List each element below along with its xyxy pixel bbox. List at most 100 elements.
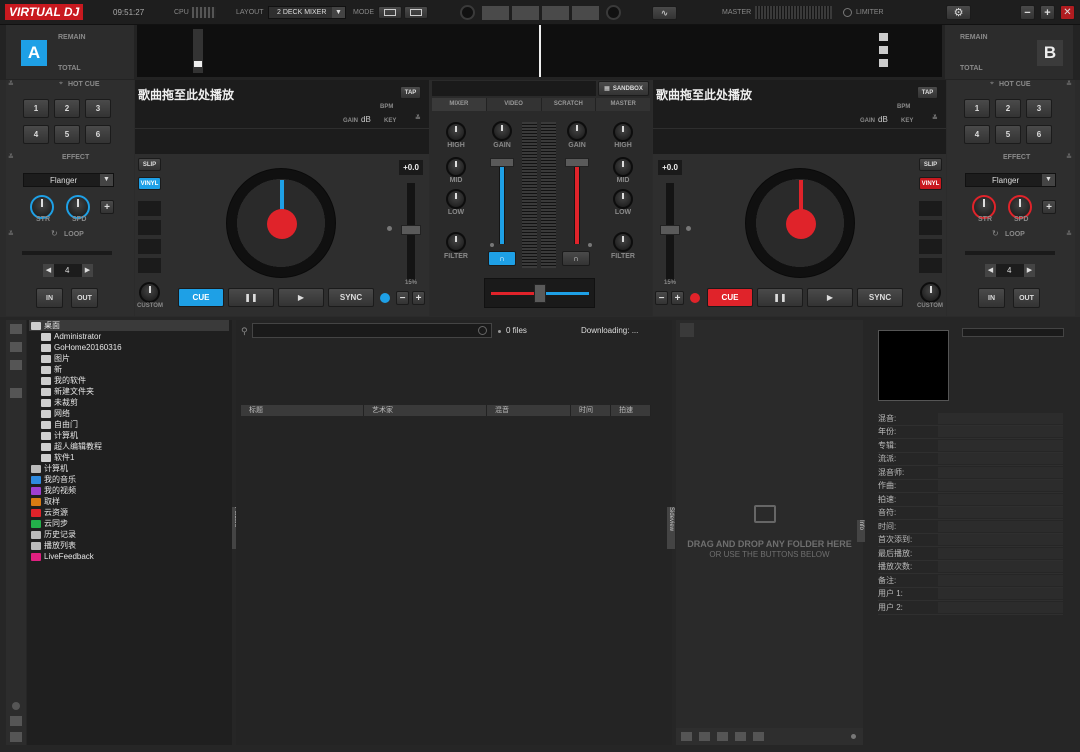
waveform-button[interactable]: ∿ (652, 6, 677, 20)
chevron-down-icon[interactable]: ≚ (415, 114, 421, 122)
deck-b-cue-button[interactable]: CUE (707, 288, 753, 307)
deck-b-hotcue-4-button[interactable]: 4 (964, 125, 990, 144)
chevron-down-icon[interactable]: ≚ (1066, 230, 1072, 238)
chevron-down-icon[interactable]: ≚ (8, 80, 14, 88)
deck-b-loop-half-button[interactable]: ◀ (985, 264, 996, 277)
side-icon-1[interactable] (10, 324, 22, 334)
deck-b-loop-double-button[interactable]: ▶ (1024, 264, 1035, 277)
left-gain-knob[interactable] (492, 121, 512, 141)
side-icon-6[interactable] (10, 716, 22, 726)
sideview-tool-5[interactable] (753, 732, 764, 741)
tree-item[interactable]: GoHome20160316 (29, 342, 229, 353)
deck-b-loop-out-button[interactable]: OUT (1013, 288, 1040, 308)
deck-b-sync-icon[interactable] (690, 293, 700, 303)
side-icon-7[interactable] (10, 732, 22, 742)
deck-b-hotcue-1-button[interactable]: 1 (964, 99, 990, 118)
tree-item[interactable]: 超人编辑教程 (29, 441, 229, 452)
right-volume-handle[interactable] (565, 158, 589, 167)
left-volume-fader[interactable] (490, 158, 514, 244)
deck-b-pitch-plus-button[interactable]: + (671, 291, 684, 305)
right-high-knob[interactable] (613, 122, 633, 142)
rating-slider[interactable] (962, 328, 1064, 337)
deck-a-hotcue-5-button[interactable]: 5 (54, 125, 80, 144)
sideview-tool-1[interactable] (681, 732, 692, 741)
deck-b-pitch-handle[interactable] (660, 225, 680, 235)
info-field-value[interactable] (938, 439, 1063, 451)
side-icon-3[interactable] (10, 360, 22, 370)
deck-b-pad-column[interactable] (919, 201, 942, 273)
deck-a-tap-button[interactable]: TAP (400, 86, 421, 99)
chevron-down-icon[interactable]: ≚ (932, 114, 938, 122)
sideview-tab[interactable]: Sideview (667, 507, 675, 549)
deck-a-hotcue-4-button[interactable]: 4 (23, 125, 49, 144)
tree-item[interactable]: 计算机 (29, 463, 229, 474)
tree-item[interactable]: 播放列表 (29, 540, 229, 551)
right-volume-fader[interactable] (565, 158, 589, 244)
mixer-search-field[interactable] (432, 81, 596, 96)
deck-b-sync-button[interactable]: SYNC (857, 288, 903, 307)
tree-item[interactable]: 桌面 (29, 320, 229, 331)
deck-a-pitch-handle[interactable] (401, 225, 421, 235)
deck-b-hotcue-3-button[interactable]: 3 (1026, 99, 1052, 118)
tree-item[interactable]: 新建文件夹 (29, 386, 229, 397)
deck-a-hotcue-2-button[interactable]: 2 (54, 99, 80, 118)
info-field-value[interactable] (938, 480, 1063, 492)
info-field-value[interactable] (938, 493, 1063, 505)
deck-a-sync-button[interactable]: SYNC (328, 288, 374, 307)
waveform-zoom-buttons[interactable] (879, 33, 888, 69)
layout-select[interactable]: 2 DECK MIXER ▼ (268, 6, 346, 19)
deck-a-hotcue-3-button[interactable]: 3 (85, 99, 111, 118)
close-button[interactable]: ✕ (1060, 5, 1075, 20)
deck-a-pitch-plus-button[interactable]: + (412, 291, 425, 305)
deck-a-vinyl-button[interactable]: VINYL (138, 177, 161, 190)
side-icon-4[interactable] (10, 388, 22, 398)
info-field-value[interactable] (938, 534, 1063, 546)
tree-item[interactable]: 我的软件 (29, 375, 229, 386)
deck-b-hotcue-6-button[interactable]: 6 (1026, 125, 1052, 144)
deck-a-sync-icon[interactable] (380, 293, 390, 303)
record-right-icon[interactable] (606, 5, 621, 20)
record-left-icon[interactable] (460, 5, 475, 20)
side-icon-5[interactable] (12, 702, 20, 710)
sideview-tool-2[interactable] (699, 732, 710, 741)
info-field-value[interactable] (938, 588, 1063, 600)
deck-a-jogwheel[interactable] (226, 168, 336, 278)
deck-a-hotcue-1-button[interactable]: 1 (23, 99, 49, 118)
chevron-down-icon[interactable]: ≚ (1066, 80, 1072, 88)
tree-item[interactable]: 未裁剪 (29, 397, 229, 408)
sampler-bank[interactable] (482, 6, 599, 20)
info-field-value[interactable] (938, 466, 1063, 478)
deck-a-slip-button[interactable]: SLIP (138, 158, 161, 171)
maximize-button[interactable]: + (1040, 5, 1055, 20)
deck-a-loop-out-button[interactable]: OUT (71, 288, 98, 308)
deck-a-pause-button[interactable]: ❚❚ (228, 288, 274, 307)
tree-item[interactable]: 我的音乐 (29, 474, 229, 485)
deck-a-effect-select[interactable]: Flanger ▼ (23, 173, 114, 187)
tree-item[interactable]: 云资源 (29, 507, 229, 518)
side-icon-2[interactable] (10, 342, 22, 352)
deck-a-loop-in-button[interactable]: IN (36, 288, 63, 308)
info-tab[interactable]: Info (857, 520, 865, 542)
tree-item[interactable]: 我的视频 (29, 485, 229, 496)
deck-a-play-button[interactable]: ▶ (278, 288, 324, 307)
sideview-tool-4[interactable] (735, 732, 746, 741)
right-low-knob[interactable] (613, 189, 633, 209)
settings-button[interactable]: ⚙ (946, 5, 971, 20)
tab-scratch[interactable]: SCRATCH (541, 98, 597, 111)
column-header[interactable]: 艺术家 (364, 405, 487, 416)
tree-item[interactable]: 计算机 (29, 430, 229, 441)
deck-b-jogwheel[interactable] (745, 168, 855, 278)
deck-a-custom-knob[interactable] (139, 282, 160, 303)
deck-a-loop-double-button[interactable]: ▶ (82, 264, 93, 277)
deck-a-hotcue-6-button[interactable]: 6 (85, 125, 111, 144)
tab-master[interactable]: MASTER (596, 98, 650, 111)
deck-b-hotcue-5-button[interactable]: 5 (995, 125, 1021, 144)
deck-b-effect-select[interactable]: Flanger ▼ (965, 173, 1056, 187)
deck-b-mini-waveform[interactable] (653, 129, 946, 154)
info-field-value[interactable] (938, 547, 1063, 559)
info-field-value[interactable] (938, 412, 1063, 424)
crossfader[interactable] (484, 278, 595, 308)
deck-b-tap-button[interactable]: TAP (917, 86, 938, 99)
column-header[interactable]: 时间 (571, 405, 611, 416)
left-low-knob[interactable] (446, 189, 466, 209)
